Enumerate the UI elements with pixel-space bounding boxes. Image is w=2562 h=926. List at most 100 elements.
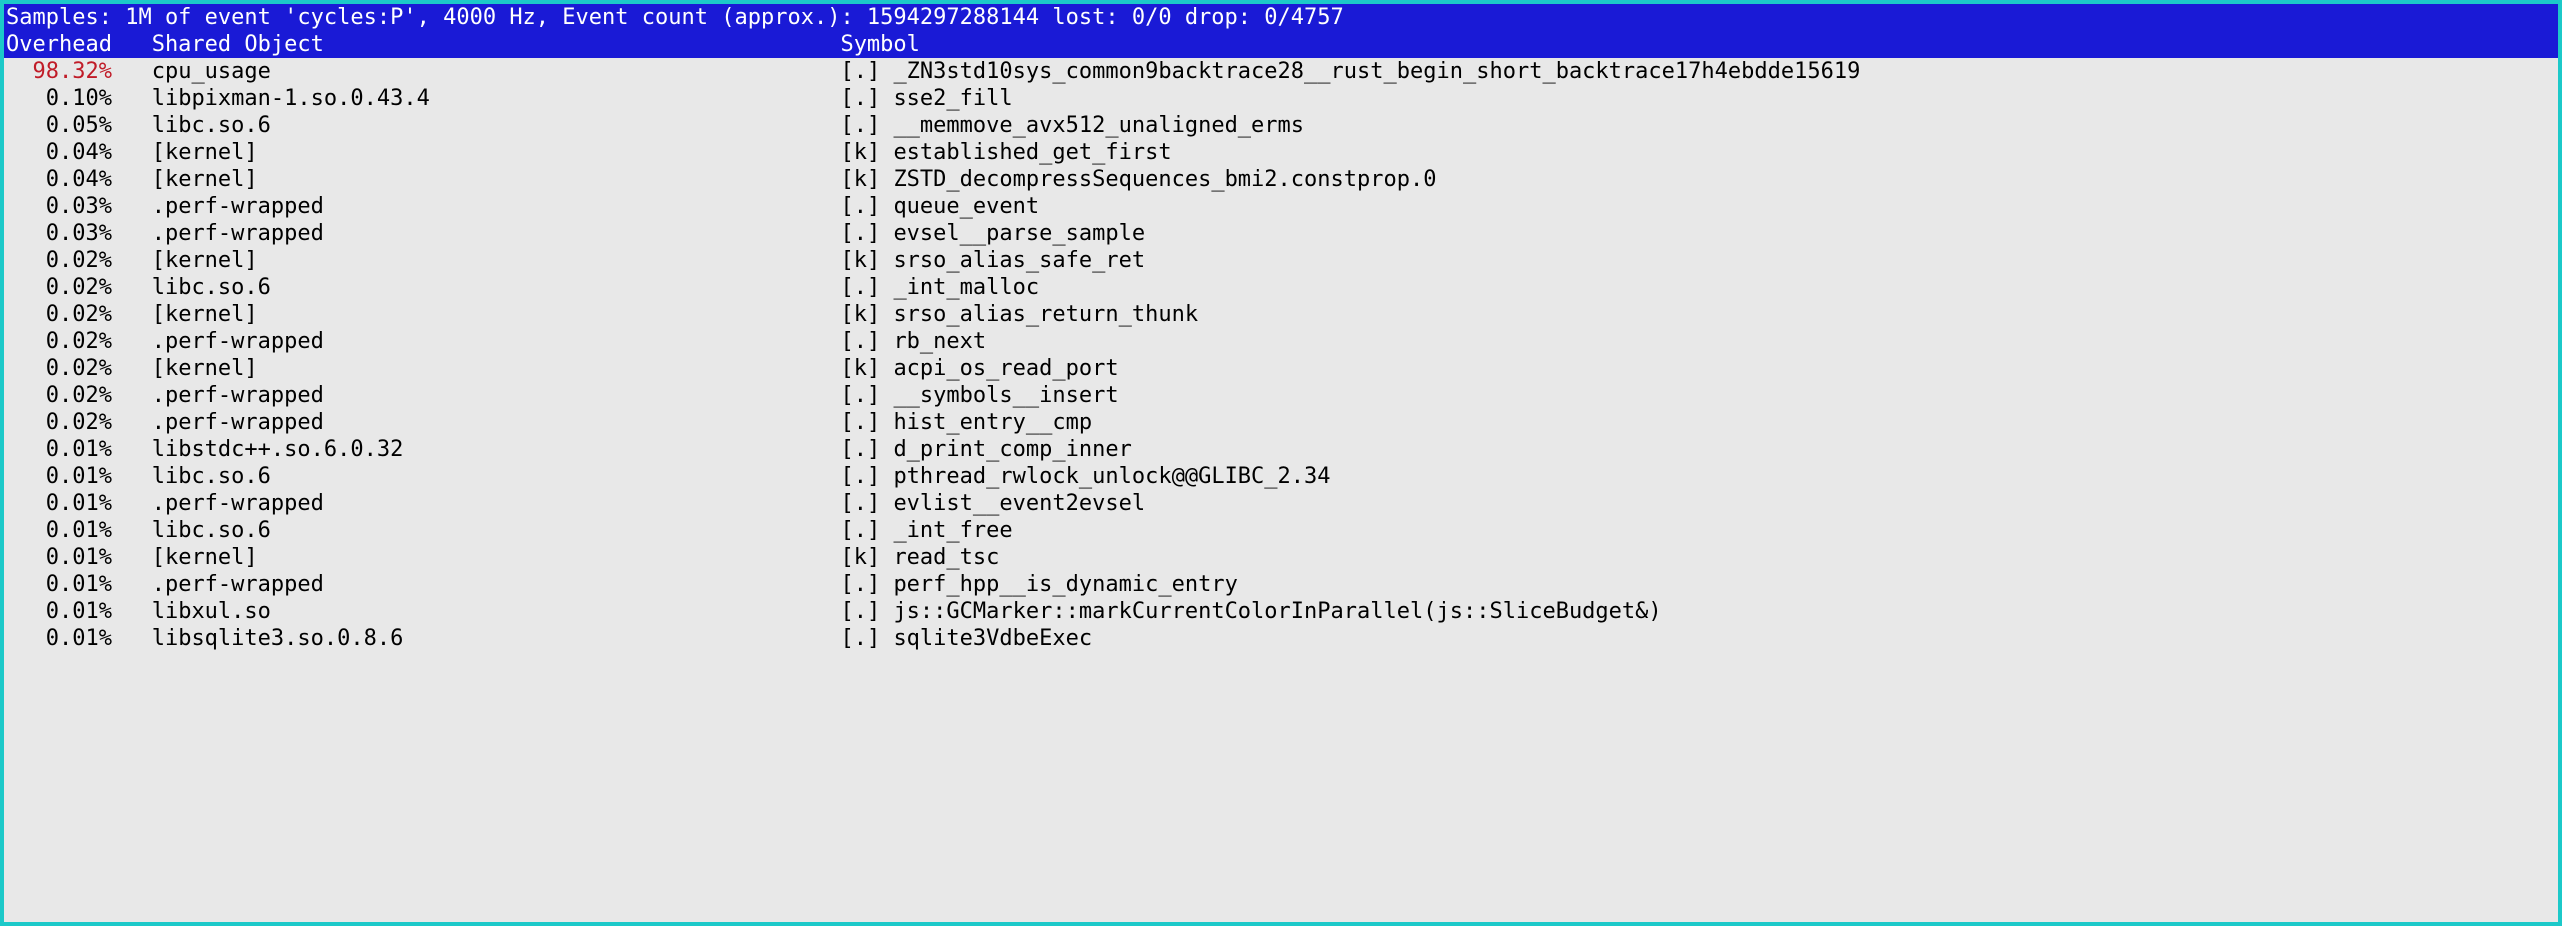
shared-object: libxul.so bbox=[152, 598, 841, 625]
shared-object: [kernel] bbox=[152, 544, 841, 571]
symbol-name: d_print_comp_inner bbox=[893, 436, 1131, 463]
perf-top-view[interactable]: Samples: 1M of event 'cycles:P', 4000 Hz… bbox=[4, 4, 2558, 922]
shared-object: [kernel] bbox=[152, 139, 841, 166]
dso-tag: [.] bbox=[840, 517, 893, 544]
shared-object: .perf-wrapped bbox=[152, 193, 841, 220]
profile-row[interactable]: 0.01% [kernel] [k] read_tsc bbox=[4, 544, 2558, 571]
overhead-value: 0.10% bbox=[6, 85, 112, 112]
symbol-name: _int_malloc bbox=[893, 274, 1039, 301]
shared-object: [kernel] bbox=[152, 166, 841, 193]
symbol-name: rb_next bbox=[893, 328, 986, 355]
dso-tag: [k] bbox=[840, 166, 893, 193]
overhead-value: 0.05% bbox=[6, 112, 112, 139]
symbol-name: srso_alias_safe_ret bbox=[893, 247, 1145, 274]
dso-tag: [.] bbox=[840, 112, 893, 139]
dso-tag: [.] bbox=[840, 409, 893, 436]
symbol-name: __symbols__insert bbox=[893, 382, 1118, 409]
profile-row[interactable]: 0.02% .perf-wrapped [.] hist_entry__cmp bbox=[4, 409, 2558, 436]
profile-row[interactable]: 0.02% [kernel] [k] srso_alias_safe_ret bbox=[4, 247, 2558, 274]
symbol-name: established_get_first bbox=[893, 139, 1171, 166]
dso-tag: [.] bbox=[840, 328, 893, 355]
profile-row[interactable]: 0.01% libxul.so [.] js::GCMarker::markCu… bbox=[4, 598, 2558, 625]
profile-row[interactable]: 0.01% libstdc++.so.6.0.32 [.] d_print_co… bbox=[4, 436, 2558, 463]
profile-row[interactable]: 0.01% .perf-wrapped [.] evlist__event2ev… bbox=[4, 490, 2558, 517]
shared-object: .perf-wrapped bbox=[152, 382, 841, 409]
overhead-value: 0.01% bbox=[6, 544, 112, 571]
overhead-value: 0.03% bbox=[6, 220, 112, 247]
dso-tag: [k] bbox=[840, 301, 893, 328]
profile-row[interactable]: 0.01% .perf-wrapped [.] perf_hpp__is_dyn… bbox=[4, 571, 2558, 598]
profile-rows[interactable]: 98.32% cpu_usage [.] _ZN3std10sys_common… bbox=[4, 58, 2558, 652]
profile-row[interactable]: 0.02% libc.so.6 [.] _int_malloc bbox=[4, 274, 2558, 301]
profile-row[interactable]: 0.04% [kernel] [k] established_get_first bbox=[4, 139, 2558, 166]
overhead-value: 0.02% bbox=[6, 355, 112, 382]
overhead-value: 0.03% bbox=[6, 193, 112, 220]
profile-row[interactable]: 0.02% .perf-wrapped [.] rb_next bbox=[4, 328, 2558, 355]
dso-tag: [.] bbox=[840, 220, 893, 247]
profile-row[interactable]: 0.01% libc.so.6 [.] _int_free bbox=[4, 517, 2558, 544]
overhead-value: 0.01% bbox=[6, 490, 112, 517]
symbol-name: js::GCMarker::markCurrentColorInParallel… bbox=[893, 598, 1661, 625]
symbol-name: pthread_rwlock_unlock@@GLIBC_2.34 bbox=[893, 463, 1330, 490]
symbol-name: evsel__parse_sample bbox=[893, 220, 1145, 247]
overhead-value: 0.01% bbox=[6, 517, 112, 544]
overhead-value: 0.04% bbox=[6, 139, 112, 166]
overhead-value: 0.04% bbox=[6, 166, 112, 193]
dso-tag: [k] bbox=[840, 247, 893, 274]
symbol-name: _ZN3std10sys_common9backtrace28__rust_be… bbox=[893, 58, 1860, 85]
dso-tag: [.] bbox=[840, 193, 893, 220]
profile-row[interactable]: 0.01% libc.so.6 [.] pthread_rwlock_unloc… bbox=[4, 463, 2558, 490]
symbol-name: _int_free bbox=[893, 517, 1012, 544]
symbol-name: srso_alias_return_thunk bbox=[893, 301, 1198, 328]
shared-object: cpu_usage bbox=[152, 58, 841, 85]
samples-header: Samples: 1M of event 'cycles:P', 4000 Hz… bbox=[4, 4, 2558, 31]
profile-row[interactable]: 0.10% libpixman-1.so.0.43.4 [.] sse2_fil… bbox=[4, 85, 2558, 112]
profile-row[interactable]: 0.02% [kernel] [k] acpi_os_read_port bbox=[4, 355, 2558, 382]
symbol-name: hist_entry__cmp bbox=[893, 409, 1092, 436]
shared-object: [kernel] bbox=[152, 355, 841, 382]
overhead-value: 0.02% bbox=[6, 409, 112, 436]
profile-row[interactable]: 0.03% .perf-wrapped [.] queue_event bbox=[4, 193, 2558, 220]
profile-row[interactable]: 0.05% libc.so.6 [.] __memmove_avx512_una… bbox=[4, 112, 2558, 139]
overhead-value: 0.02% bbox=[6, 247, 112, 274]
profile-row[interactable]: 0.03% .perf-wrapped [.] evsel__parse_sam… bbox=[4, 220, 2558, 247]
terminal-frame: Samples: 1M of event 'cycles:P', 4000 Hz… bbox=[0, 0, 2562, 926]
profile-row[interactable]: 0.01% libsqlite3.so.0.8.6 [.] sqlite3Vdb… bbox=[4, 625, 2558, 652]
overhead-value: 0.01% bbox=[6, 625, 112, 652]
profile-row[interactable]: 0.02% [kernel] [k] srso_alias_return_thu… bbox=[4, 301, 2558, 328]
dso-tag: [.] bbox=[840, 58, 893, 85]
overhead-value: 0.01% bbox=[6, 463, 112, 490]
profile-row[interactable]: 0.04% [kernel] [k] ZSTD_decompressSequen… bbox=[4, 166, 2558, 193]
overhead-value: 0.02% bbox=[6, 301, 112, 328]
profile-row[interactable]: 0.02% .perf-wrapped [.] __symbols__inser… bbox=[4, 382, 2558, 409]
shared-object: [kernel] bbox=[152, 247, 841, 274]
shared-object: .perf-wrapped bbox=[152, 409, 841, 436]
shared-object: libc.so.6 bbox=[152, 463, 841, 490]
dso-tag: [.] bbox=[840, 571, 893, 598]
symbol-name: acpi_os_read_port bbox=[893, 355, 1118, 382]
dso-tag: [.] bbox=[840, 85, 893, 112]
shared-object: .perf-wrapped bbox=[152, 220, 841, 247]
dso-tag: [.] bbox=[840, 598, 893, 625]
shared-object: libsqlite3.so.0.8.6 bbox=[152, 625, 841, 652]
column-header-row: Overhead Shared Object Symbol bbox=[4, 31, 2558, 58]
overhead-value: 98.32% bbox=[6, 58, 112, 85]
symbol-name: perf_hpp__is_dynamic_entry bbox=[893, 571, 1237, 598]
overhead-value: 0.02% bbox=[6, 382, 112, 409]
dso-tag: [k] bbox=[840, 544, 893, 571]
overhead-value: 0.02% bbox=[6, 274, 112, 301]
symbol-name: read_tsc bbox=[893, 544, 999, 571]
dso-tag: [.] bbox=[840, 463, 893, 490]
symbol-name: ZSTD_decompressSequences_bmi2.constprop.… bbox=[893, 166, 1436, 193]
shared-object: libc.so.6 bbox=[152, 517, 841, 544]
shared-object: .perf-wrapped bbox=[152, 328, 841, 355]
shared-object: libc.so.6 bbox=[152, 274, 841, 301]
shared-object: libc.so.6 bbox=[152, 112, 841, 139]
profile-row[interactable]: 98.32% cpu_usage [.] _ZN3std10sys_common… bbox=[4, 58, 2558, 85]
symbol-name: queue_event bbox=[893, 193, 1039, 220]
overhead-value: 0.01% bbox=[6, 598, 112, 625]
shared-object: .perf-wrapped bbox=[152, 571, 841, 598]
shared-object: libstdc++.so.6.0.32 bbox=[152, 436, 841, 463]
dso-tag: [k] bbox=[840, 355, 893, 382]
dso-tag: [.] bbox=[840, 625, 893, 652]
